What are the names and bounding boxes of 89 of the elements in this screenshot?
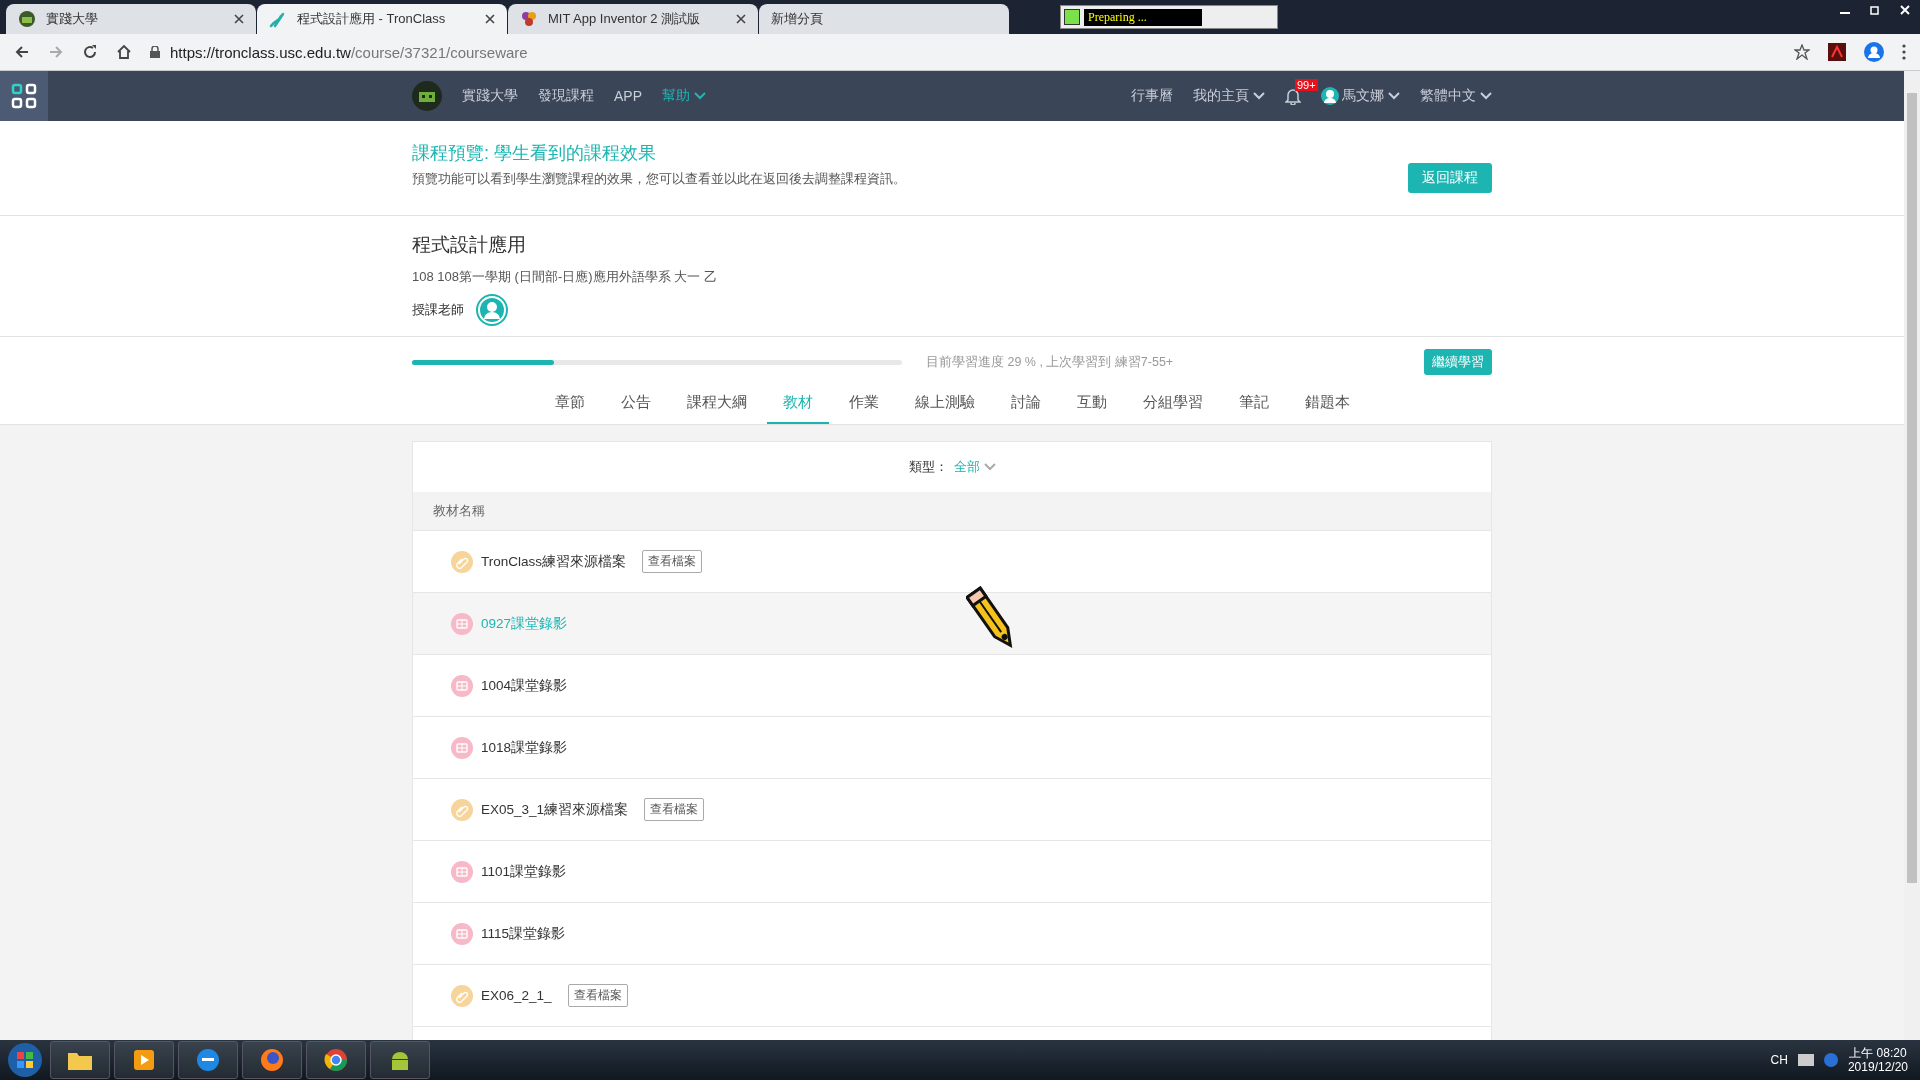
reload-icon[interactable]: [82, 44, 98, 60]
squiggle-logo-icon: [269, 10, 287, 28]
course-tab[interactable]: 公告: [604, 387, 667, 424]
lock-icon: [150, 46, 160, 58]
home-icon[interactable]: [116, 44, 132, 60]
course-tab[interactable]: 課程大綱: [670, 387, 763, 424]
course-tab[interactable]: 章節: [538, 387, 601, 424]
star-icon[interactable]: [1794, 44, 1810, 60]
video-icon: [451, 922, 473, 945]
video-icon: [451, 674, 473, 697]
material-row[interactable]: EX05_3_1練習來源檔案 查看檔案: [413, 779, 1491, 841]
back-icon[interactable]: [14, 44, 30, 60]
nav-link[interactable]: 實踐大學: [462, 87, 518, 105]
media-player-icon[interactable]: [114, 1041, 174, 1079]
browser-tab[interactable]: 程式設計應用 - TronClass: [257, 4, 507, 34]
material-name[interactable]: 1101課堂錄影: [481, 862, 567, 881]
chrome-browser-icon[interactable]: [306, 1041, 366, 1079]
keyboard-icon[interactable]: [1797, 1054, 1814, 1066]
recorder-status: Preparing ...: [1060, 5, 1278, 29]
material-name[interactable]: 1115課堂錄影: [481, 924, 566, 943]
owl-logo-icon: [18, 10, 36, 28]
course-tab[interactable]: 筆記: [1222, 387, 1285, 424]
browser-tab[interactable]: MIT App Inventor 2 測試版: [508, 4, 758, 34]
course-tab[interactable]: 分組學習: [1126, 387, 1219, 424]
hexagons-logo-icon: [520, 10, 538, 28]
close-icon[interactable]: [485, 14, 495, 24]
preview-description: 預覽功能可以看到學生瀏覽課程的效果，您可以查看並以此在返回後去調整課程資訊。: [412, 171, 906, 188]
clock-date[interactable]: 2019/12/20: [1847, 1060, 1908, 1074]
caret-icon: [694, 92, 706, 100]
fox-browser-icon[interactable]: [242, 1041, 302, 1079]
video-icon: [451, 612, 473, 635]
filter-label: 類型：: [908, 458, 948, 476]
language-menu[interactable]: 繁體中文: [1420, 87, 1492, 105]
course-tab[interactable]: 作業: [832, 387, 895, 424]
material-name[interactable]: EX06_2_1_: [481, 988, 552, 1003]
preview-title: 課程預覽: 學生看到的課程效果: [412, 142, 657, 165]
material-name[interactable]: 1004課堂錄影: [481, 676, 568, 695]
course-tab[interactable]: 討論: [994, 387, 1057, 424]
avatar-icon: [1321, 87, 1339, 105]
nav-link[interactable]: 我的主頁: [1193, 87, 1265, 105]
course-term: 108 108第一學期 (日間部-日應)應用外語學系 大一 乙: [412, 268, 718, 286]
menu-icon[interactable]: [1902, 44, 1906, 60]
nav-link[interactable]: 行事曆: [1131, 87, 1173, 105]
attachment-icon: [451, 798, 473, 821]
app-grid-icon[interactable]: [0, 71, 48, 121]
language-indicator[interactable]: CH: [1770, 1053, 1788, 1067]
material-row[interactable]: 1004課堂錄影: [413, 655, 1491, 717]
view-file-button[interactable]: 查看檔案: [644, 798, 705, 821]
attachment-icon: [451, 550, 473, 573]
course-tab[interactable]: 線上測驗: [898, 387, 991, 424]
view-file-button[interactable]: 查看檔案: [567, 984, 628, 1007]
close-icon[interactable]: [736, 14, 746, 24]
material-name[interactable]: TronClass練習來源檔案: [481, 552, 626, 571]
user-menu[interactable]: 馬文娜: [1342, 87, 1400, 105]
caret-icon: [1480, 92, 1492, 100]
column-header: 教材名稱: [413, 492, 1491, 531]
android-icon[interactable]: [370, 1041, 430, 1079]
clock-time[interactable]: 上午 08:20: [1847, 1046, 1908, 1060]
material-row[interactable]: EX06_2_1_ 查看檔案: [413, 965, 1491, 1027]
progress-text: 目前學習進度 29 % , 上次學習到 練習7-55+: [926, 353, 1175, 371]
browser-tab[interactable]: 新增分頁: [759, 4, 1009, 34]
notification-badge: 99+: [1295, 79, 1318, 91]
caret-icon: [1388, 92, 1400, 100]
material-name[interactable]: 1018課堂錄影: [481, 738, 568, 757]
nav-link[interactable]: APP: [614, 88, 642, 104]
course-tab[interactable]: 互動: [1060, 387, 1123, 424]
video-icon: [451, 860, 473, 883]
school-logo-icon[interactable]: [412, 81, 442, 111]
close-icon[interactable]: [234, 14, 244, 24]
folder-icon[interactable]: [50, 1041, 110, 1079]
caret-icon: [1253, 92, 1265, 100]
course-title: 程式設計應用: [412, 233, 527, 257]
nav-link[interactable]: 發現課程: [538, 87, 594, 105]
material-row[interactable]: 1115課堂錄影: [413, 903, 1491, 965]
video-icon: [451, 736, 473, 759]
nav-link[interactable]: 幫助: [662, 87, 706, 105]
material-row[interactable]: 1018課堂錄影: [413, 717, 1491, 779]
teacher-label: 授課老師: [412, 301, 464, 319]
help-icon[interactable]: [1823, 1053, 1838, 1067]
material-name[interactable]: EX05_3_1練習來源檔案: [481, 800, 629, 819]
material-row[interactable]: 1101課堂錄影: [413, 841, 1491, 903]
profile-icon[interactable]: [1864, 42, 1884, 62]
bell-icon[interactable]: [1285, 87, 1301, 105]
view-file-button[interactable]: 查看檔案: [642, 550, 702, 573]
course-tab[interactable]: 錯題本: [1288, 387, 1366, 424]
browser-tab[interactable]: 實踐大學: [6, 4, 256, 34]
attachment-icon: [451, 984, 473, 1007]
caret-icon: [983, 463, 996, 471]
pdf-extension-icon[interactable]: [1828, 43, 1846, 61]
